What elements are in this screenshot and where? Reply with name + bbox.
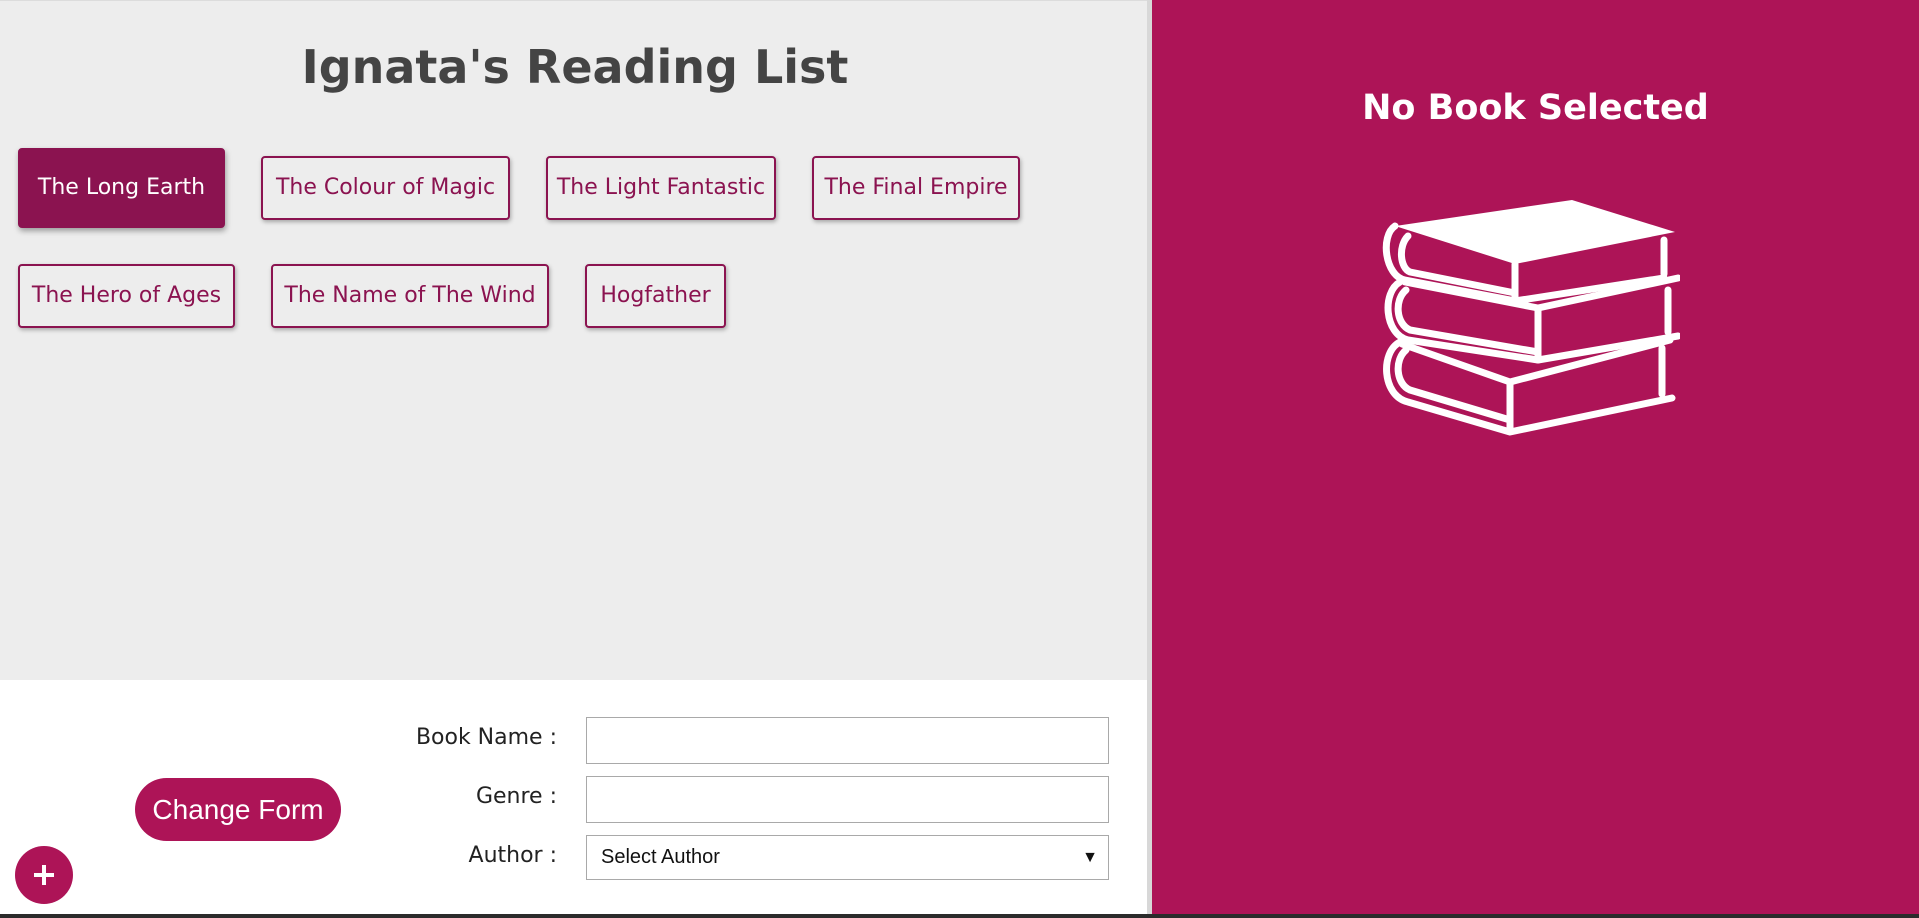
book-button-the-light-fantastic[interactable]: The Light Fantastic (546, 156, 776, 220)
book-button-the-colour-of-magic[interactable]: The Colour of Magic (261, 156, 510, 220)
book-button-hogfather[interactable]: Hogfather (585, 264, 726, 328)
book-button-the-name-of-the-wind[interactable]: The Name of The Wind (271, 264, 549, 328)
select-arrow-icon: ▼ (1082, 849, 1098, 866)
book-name-input[interactable] (586, 717, 1109, 764)
book-name-label: Book Name : (415, 725, 557, 750)
app-root: Ignata's Reading List The Long Earth The… (0, 0, 1919, 918)
book-button-the-final-empire[interactable]: The Final Empire (812, 156, 1020, 220)
author-label: Author : (468, 843, 557, 868)
books-stack-icon (1382, 200, 1680, 436)
bottom-scroll-strip (0, 914, 1919, 918)
book-details-panel: No Book Selected (1152, 0, 1919, 918)
author-select[interactable]: Select Author ▼ (586, 835, 1109, 880)
book-list-area: Ignata's Reading List The Long Earth The… (0, 0, 1147, 680)
page-title: Ignata's Reading List (301, 40, 849, 94)
book-button-the-long-earth[interactable]: The Long Earth (18, 148, 225, 228)
change-form-button[interactable]: Change Form (135, 778, 341, 841)
book-button-the-hero-of-ages[interactable]: The Hero of Ages (18, 264, 235, 328)
author-select-value: Select Author (601, 846, 720, 868)
book-list-panel: Ignata's Reading List The Long Earth The… (0, 0, 1147, 918)
genre-input[interactable] (586, 776, 1109, 823)
details-title: No Book Selected (1362, 88, 1709, 128)
add-book-button[interactable] (15, 846, 73, 904)
